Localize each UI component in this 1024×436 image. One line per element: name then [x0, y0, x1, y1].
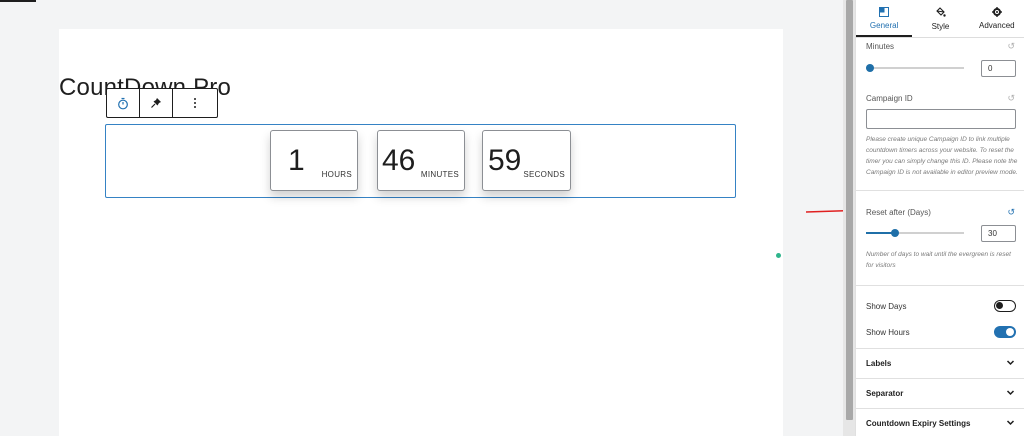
inserter-dot[interactable]	[776, 253, 781, 258]
reset-after-reset-icon[interactable]: ↺	[1007, 207, 1015, 218]
countdown-seconds-label: SECONDS	[523, 170, 565, 179]
reset-after-label: Reset after (Days)	[866, 208, 931, 217]
countdown-minutes-box: 46 MINUTES	[377, 130, 465, 191]
section-separator-title: Separator	[866, 389, 904, 398]
block-toolbar	[106, 88, 218, 118]
scrollbar-thumb[interactable]	[846, 0, 853, 420]
section-countdown-expiry[interactable]: Countdown Expiry Settings	[856, 408, 1024, 436]
countdown-seconds-value: 59	[488, 144, 522, 177]
countdown-hours-box: 1 HOURS	[270, 130, 358, 191]
campaign-id-help: Please create unique Campaign ID to link…	[866, 136, 1018, 176]
minutes-number-input[interactable]: 0	[981, 60, 1016, 77]
minutes-label: Minutes	[866, 42, 895, 51]
pin-icon	[151, 98, 161, 108]
section-divider	[856, 285, 1024, 286]
reset-after-slider-thumb[interactable]	[891, 229, 899, 237]
countdown-hours-label: HOURS	[321, 170, 352, 179]
minutes-slider-thumb[interactable]	[866, 64, 874, 72]
sidebar-tabs: General Style Advanced	[856, 0, 1024, 38]
layout-icon	[879, 7, 890, 17]
show-days-label: Show Days	[866, 302, 907, 311]
paint-bucket-icon	[936, 7, 946, 17]
campaign-id-reset-icon[interactable]: ↺	[1007, 93, 1015, 104]
chevron-down-icon	[1006, 420, 1015, 426]
minutes-slider[interactable]	[866, 61, 964, 75]
top-accent-line	[0, 0, 36, 2]
tab-advanced-label: Advanced	[979, 21, 1015, 30]
show-hours-label: Show Hours	[866, 328, 910, 337]
countdown-block[interactable]: 1 HOURS 46 MINUTES 59 SECONDS	[105, 124, 736, 198]
more-options-button[interactable]	[173, 89, 217, 117]
more-options-icon	[194, 98, 196, 108]
minutes-slider-track	[866, 67, 964, 69]
countdown-minutes-value: 46	[382, 144, 416, 177]
show-days-toggle-knob	[996, 302, 1003, 309]
timer-icon	[118, 97, 128, 109]
reset-after-number-input[interactable]: 30	[981, 225, 1016, 242]
campaign-id-input[interactable]	[866, 109, 1016, 129]
campaign-id-label: Campaign ID	[866, 94, 913, 103]
tab-style-label: Style	[931, 22, 950, 31]
show-hours-toggle[interactable]	[994, 326, 1016, 338]
show-hours-toggle-knob	[1006, 328, 1014, 336]
section-countdown-expiry-title: Countdown Expiry Settings	[866, 419, 971, 428]
section-labels[interactable]: Labels	[856, 348, 1024, 378]
tab-advanced[interactable]: Advanced	[969, 0, 1024, 37]
chevron-down-icon	[1006, 360, 1015, 366]
canvas-scrollbar[interactable]	[843, 0, 855, 436]
countdown-seconds-box: 59 SECONDS	[482, 130, 571, 191]
section-separator[interactable]: Separator	[856, 378, 1024, 408]
editor-canvas: CountDown Pro 1 HOURS	[59, 29, 783, 436]
countdown-hours-value: 1	[288, 144, 305, 177]
tab-general-label: General	[869, 21, 899, 30]
tab-style[interactable]: Style	[912, 0, 968, 37]
chevron-down-icon	[1006, 390, 1015, 396]
tab-general[interactable]: General	[856, 0, 913, 37]
minutes-reset-icon[interactable]: ↺	[1007, 41, 1015, 52]
section-divider	[856, 190, 1024, 191]
settings-sidebar: General Style Advanced Minutes ↺ 0 Campa…	[855, 0, 1024, 436]
block-type-button[interactable]	[107, 89, 140, 117]
show-days-toggle[interactable]	[994, 300, 1016, 312]
gear-icon	[991, 7, 1002, 17]
pin-button[interactable]	[140, 89, 173, 117]
section-labels-title: Labels	[866, 359, 892, 368]
countdown-minutes-label: MINUTES	[420, 170, 459, 179]
reset-after-help: Number of days to wait until the evergre…	[866, 251, 1011, 269]
reset-after-slider[interactable]	[866, 226, 964, 240]
